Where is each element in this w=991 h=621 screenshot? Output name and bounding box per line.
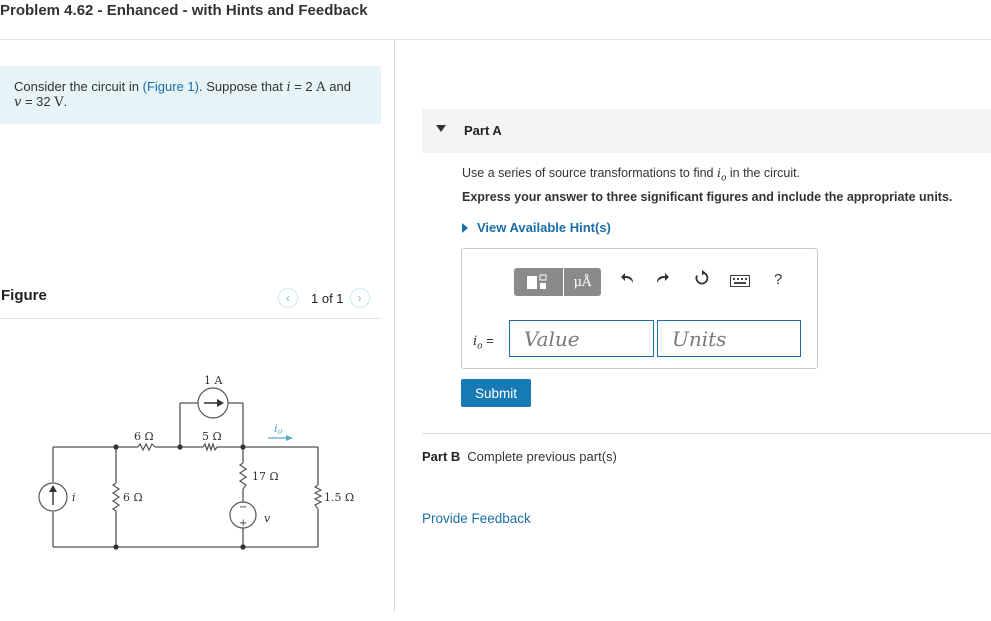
express-instruction: Express your answer to three significant…	[462, 190, 953, 204]
label-plus: +	[239, 518, 247, 529]
answer-label: io =	[473, 333, 494, 352]
label-17-ohm: 17 Ω	[252, 470, 279, 483]
label-5-ohm: 5 Ω	[202, 430, 222, 443]
label-var-io: io	[274, 422, 283, 436]
unit-v: V	[54, 95, 64, 110]
instruction-text-end: in the circuit.	[726, 166, 801, 180]
label-6-ohm-shunt: 6 Ω	[123, 491, 143, 504]
label-1-5-ohm: 1.5 Ω	[324, 491, 354, 504]
chevron-right-icon[interactable]: ›	[349, 288, 370, 308]
label-var-i: i	[72, 491, 76, 504]
help-icon[interactable]: ?	[774, 271, 782, 288]
part-a-label[interactable]: Part A	[464, 123, 502, 138]
page-title: Problem 4.62 - Enhanced - with Hints and…	[0, 2, 368, 19]
part-a-header[interactable]	[422, 109, 991, 153]
chevron-left-icon[interactable]: ‹	[278, 288, 298, 308]
hints-label: View Available Hint(s)	[477, 220, 611, 235]
part-b-label: Part B	[422, 449, 461, 464]
pager-count: 1 of 1	[311, 290, 344, 306]
part-b-divider	[422, 433, 991, 434]
redo-icon[interactable]	[655, 272, 669, 284]
submit-button[interactable]: Submit	[461, 379, 531, 407]
eq-i: = 2	[290, 79, 317, 94]
figure-divider	[0, 318, 381, 319]
view-hints-link[interactable]: View Available Hint(s)	[462, 220, 611, 235]
column-divider	[394, 40, 395, 612]
answer-input-area: μÅ ? io = Value Units	[461, 248, 818, 369]
label-minus: −	[239, 502, 247, 513]
undo-icon[interactable]	[621, 272, 635, 284]
problem-text-2: . Suppose that	[198, 79, 287, 94]
templates-icon[interactable]	[514, 268, 564, 296]
figure-pager: ‹ 1 of 1 ›	[278, 288, 370, 308]
problem-period: .	[63, 94, 68, 109]
figure-heading: Figure	[1, 287, 47, 304]
problem-text-1: Consider the circuit in	[14, 79, 143, 94]
reset-icon[interactable]	[694, 270, 710, 286]
math-toolbar-group: μÅ	[514, 268, 601, 296]
label-6-ohm-top: 6 Ω	[134, 430, 154, 443]
keyboard-icon[interactable]	[730, 275, 750, 287]
figure-link[interactable]: (Figure 1)	[143, 79, 199, 94]
label-var-v: v	[264, 512, 271, 525]
problem-text-and: and	[325, 79, 351, 94]
collapse-triangle-icon[interactable]	[436, 125, 446, 132]
answer-label-eq: =	[482, 333, 494, 348]
part-b-row: Part B Complete previous part(s)	[422, 449, 617, 464]
label-1a: 1 A	[204, 374, 223, 387]
eq-v: = 32	[21, 94, 55, 109]
part-a-instruction: Use a series of source transformations t…	[462, 165, 800, 184]
part-b-status: Complete previous part(s)	[467, 449, 617, 464]
units-input[interactable]: Units	[657, 320, 801, 357]
expand-triangle-icon	[462, 222, 468, 233]
units-button[interactable]: μÅ	[564, 268, 601, 296]
instruction-text: Use a series of source transformations t…	[462, 166, 717, 180]
header-divider	[0, 39, 991, 40]
problem-statement: Consider the circuit in (Figure 1). Supp…	[0, 66, 381, 124]
circuit-diagram: 1 A 6 Ω 5 Ω 6 Ω 17 Ω 1.5 Ω i v io − +	[38, 374, 354, 550]
provide-feedback-link[interactable]: Provide Feedback	[422, 511, 531, 526]
unit-a: A	[316, 80, 326, 95]
value-input[interactable]: Value	[509, 320, 654, 357]
